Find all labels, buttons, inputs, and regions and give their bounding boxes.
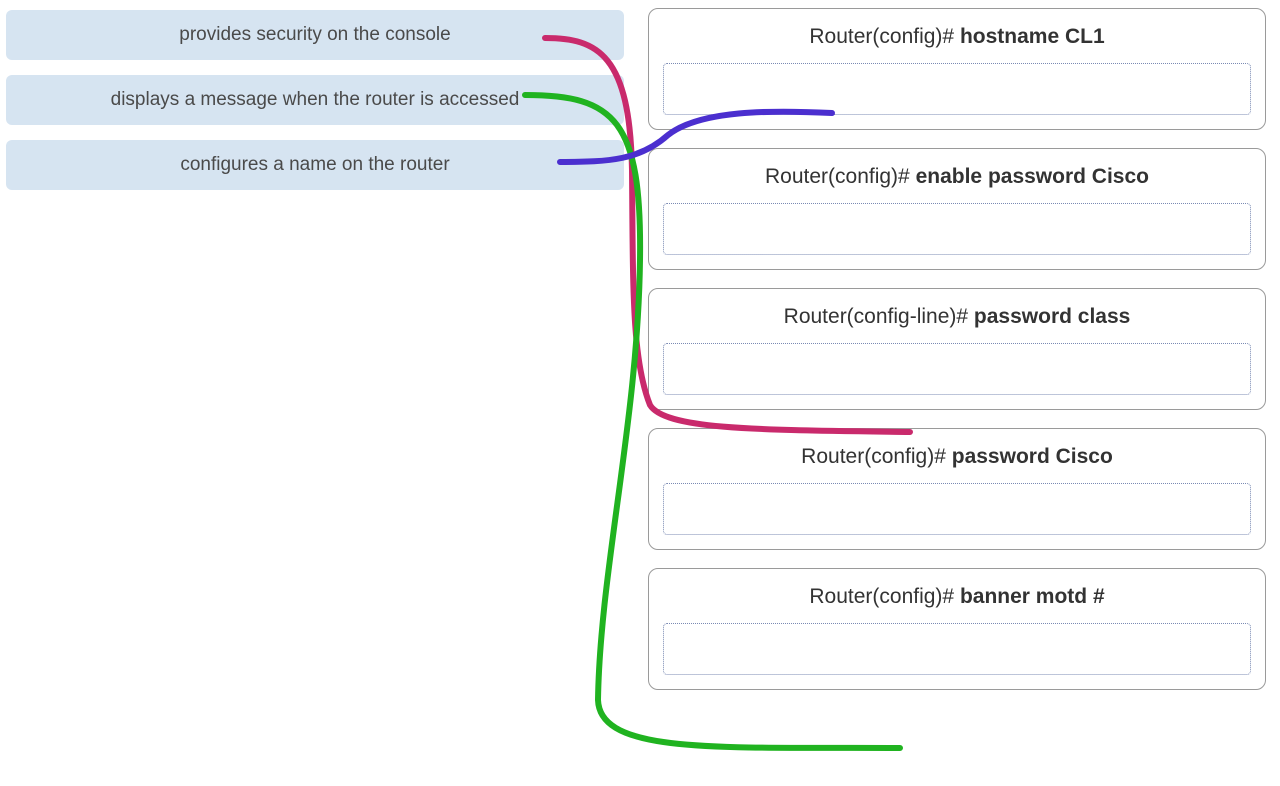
target-command: password Cisco [952,445,1113,468]
target-line-password[interactable]: Router(config-line)# password class [648,288,1266,410]
source-label: configures a name on the router [180,154,449,175]
target-prompt: Router(config-line)# [784,305,974,328]
target-command: enable password Cisco [916,165,1149,188]
target-banner-motd[interactable]: Router(config)# banner motd # [648,568,1266,690]
target-enable-password[interactable]: Router(config)# enable password Cisco [648,148,1266,270]
drop-zone[interactable] [663,343,1251,395]
source-label: displays a message when the router is ac… [111,89,520,110]
target-command: password class [974,305,1130,328]
target-password-cisco[interactable]: Router(config)# password Cisco [648,428,1266,550]
source-item-configure-name[interactable]: configures a name on the router [6,140,624,190]
target-prompt: Router(config)# [809,25,960,48]
target-column: Router(config)# hostname CL1 Router(conf… [648,8,1266,708]
target-command: banner motd # [960,585,1105,608]
drop-zone[interactable] [663,623,1251,675]
target-title: Router(config)# enable password Cisco [663,165,1251,189]
drop-zone[interactable] [663,203,1251,255]
target-title: Router(config)# password Cisco [663,445,1251,469]
drop-zone[interactable] [663,63,1251,115]
drop-zone[interactable] [663,483,1251,535]
target-command: hostname CL1 [960,25,1105,48]
source-item-display-message[interactable]: displays a message when the router is ac… [6,75,624,125]
source-column: provides security on the console display… [6,10,624,205]
target-prompt: Router(config)# [801,445,952,468]
target-title: Router(config)# banner motd # [663,585,1251,609]
source-item-console-security[interactable]: provides security on the console [6,10,624,60]
target-title: Router(config)# hostname CL1 [663,25,1251,49]
target-prompt: Router(config)# [765,165,916,188]
source-label: provides security on the console [179,24,450,45]
target-title: Router(config-line)# password class [663,305,1251,329]
target-prompt: Router(config)# [809,585,960,608]
matching-diagram: provides security on the console display… [0,0,1280,786]
target-hostname[interactable]: Router(config)# hostname CL1 [648,8,1266,130]
